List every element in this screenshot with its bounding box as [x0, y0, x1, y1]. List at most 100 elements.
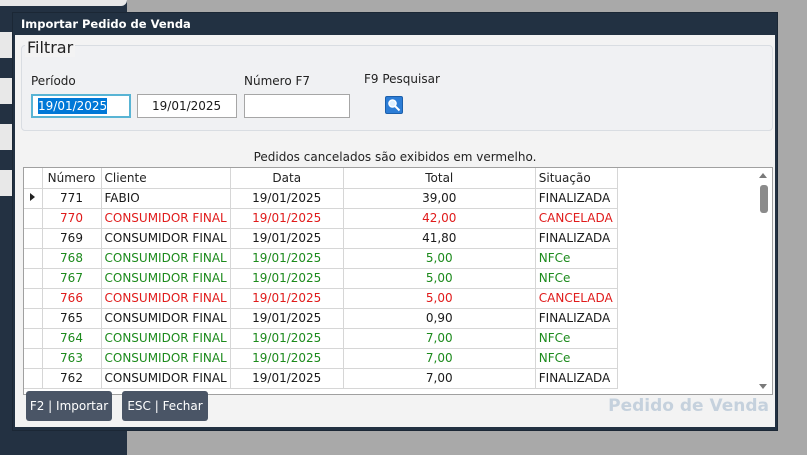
- row-indicator: [24, 268, 43, 289]
- grid-scrollbar[interactable]: [755, 168, 772, 394]
- cell-cliente: CONSUMIDOR FINAL: [101, 208, 231, 229]
- cell-situacao: CANCELADA: [535, 288, 618, 309]
- cell-data: 19/01/2025: [230, 328, 344, 349]
- watermark-label: Pedido de Venda: [608, 396, 769, 416]
- cell-cliente: CONSUMIDOR FINAL: [101, 348, 231, 369]
- column-header-situacao[interactable]: Situação: [535, 168, 618, 189]
- cell-numero: 767: [42, 268, 102, 289]
- column-header-total[interactable]: Total: [343, 168, 536, 189]
- background-strip: [0, 170, 12, 196]
- cell-cliente: CONSUMIDOR FINAL: [101, 308, 231, 329]
- table-row[interactable]: 768 CONSUMIDOR FINAL 19/01/2025 5,00 NFCe: [24, 248, 618, 269]
- scroll-down-icon[interactable]: [759, 384, 767, 389]
- table-row[interactable]: 765 CONSUMIDOR FINAL 19/01/2025 0,90 FINALIZ…: [24, 308, 618, 329]
- cell-data: 19/01/2025: [230, 308, 344, 329]
- row-indicator: [24, 328, 43, 349]
- cell-cliente: CONSUMIDOR FINAL: [101, 268, 231, 289]
- cell-total: 39,00: [343, 188, 536, 209]
- column-header-data[interactable]: Data: [230, 168, 344, 189]
- cell-situacao: NFCe: [535, 248, 618, 269]
- cell-situacao: CANCELADA: [535, 208, 618, 229]
- cell-cliente: CONSUMIDOR FINAL: [101, 248, 231, 269]
- cancel-note: Pedidos cancelados são exibidos em verme…: [253, 150, 537, 164]
- search-button[interactable]: [385, 96, 403, 114]
- table-row[interactable]: 767 CONSUMIDOR FINAL 19/01/2025 5,00 NFCe: [24, 268, 618, 289]
- cell-situacao: FINALIZADA: [535, 188, 618, 209]
- column-header-numero[interactable]: Número: [42, 168, 102, 189]
- date-from-input[interactable]: 19/01/2025: [31, 94, 131, 118]
- cell-cliente: FABIO: [101, 188, 231, 209]
- table-row[interactable]: 770 CONSUMIDOR FINAL 19/01/2025 42,00 CANCEL…: [24, 208, 618, 229]
- background-strip: [0, 124, 12, 150]
- cell-numero: 769: [42, 228, 102, 249]
- scroll-thumb[interactable]: [760, 185, 768, 213]
- column-header-cliente[interactable]: Cliente: [101, 168, 231, 189]
- cell-total: 7,00: [343, 368, 536, 389]
- numero-input[interactable]: [244, 94, 350, 118]
- import-button[interactable]: F2 | Importar: [26, 391, 112, 421]
- cell-data: 19/01/2025: [230, 248, 344, 269]
- cell-total: 5,00: [343, 268, 536, 289]
- row-indicator: [24, 188, 43, 209]
- row-indicator: [24, 248, 43, 269]
- orders-table: Número Cliente Data Total Situação 771 FA…: [24, 168, 618, 389]
- filter-legend: Filtrar: [25, 38, 76, 57]
- cell-total: 42,00: [343, 208, 536, 229]
- table-row[interactable]: 762 CONSUMIDOR FINAL 19/01/2025 7,00 FINALIZ…: [24, 368, 618, 389]
- orders-grid: Número Cliente Data Total Situação 771 FA…: [23, 167, 773, 395]
- date-to-input[interactable]: 19/01/2025: [137, 94, 237, 118]
- table-row[interactable]: 769 CONSUMIDOR FINAL 19/01/2025 41,80 FINALI…: [24, 228, 618, 249]
- dialog-client-area: Filtrar Período 19/01/2025 19/01/2025 Nú…: [15, 35, 775, 427]
- numero-label: Número F7: [244, 74, 311, 88]
- cell-situacao: NFCe: [535, 268, 618, 289]
- table-row[interactable]: 764 CONSUMIDOR FINAL 19/01/2025 7,00 NFCe: [24, 328, 618, 349]
- cell-total: 7,00: [343, 348, 536, 369]
- cell-cliente: CONSUMIDOR FINAL: [101, 368, 231, 389]
- cell-cliente: CONSUMIDOR FINAL: [101, 288, 231, 309]
- cell-total: 41,80: [343, 228, 536, 249]
- table-row[interactable]: 763 CONSUMIDOR FINAL 19/01/2025 7,00 NFCe: [24, 348, 618, 369]
- periodo-label: Período: [31, 74, 76, 88]
- row-indicator: [24, 208, 43, 229]
- cell-data: 19/01/2025: [230, 288, 344, 309]
- close-button[interactable]: ESC | Fechar: [122, 391, 208, 421]
- table-row[interactable]: 771 FABIO 19/01/2025 39,00 FINALIZADA: [24, 188, 618, 209]
- cell-numero: 766: [42, 288, 102, 309]
- row-indicator: [24, 368, 43, 389]
- cell-situacao: FINALIZADA: [535, 228, 618, 249]
- filter-group: [21, 45, 773, 131]
- row-indicator: [24, 288, 43, 309]
- cell-situacao: NFCe: [535, 328, 618, 349]
- cell-numero: 765: [42, 308, 102, 329]
- cell-numero: 770: [42, 208, 102, 229]
- cell-total: 5,00: [343, 288, 536, 309]
- cell-total: 5,00: [343, 248, 536, 269]
- indicator-header: [24, 168, 43, 189]
- cell-situacao: NFCe: [535, 348, 618, 369]
- row-indicator: [24, 348, 43, 369]
- scroll-up-icon[interactable]: [759, 173, 767, 178]
- cell-data: 19/01/2025: [230, 228, 344, 249]
- row-indicator: [24, 228, 43, 249]
- dialog-title: Importar Pedido de Venda: [21, 17, 191, 31]
- current-row-icon: [30, 193, 36, 201]
- background-strip: [0, 78, 12, 104]
- import-dialog: Importar Pedido de Venda Filtrar Período…: [12, 12, 778, 431]
- cell-data: 19/01/2025: [230, 348, 344, 369]
- row-indicator: [24, 308, 43, 329]
- cell-numero: 771: [42, 188, 102, 209]
- cell-situacao: FINALIZADA: [535, 368, 618, 389]
- cell-total: 0,90: [343, 308, 536, 329]
- cell-data: 19/01/2025: [230, 368, 344, 389]
- cell-data: 19/01/2025: [230, 208, 344, 229]
- background-strip: [0, 32, 12, 58]
- magnifier-icon: [388, 99, 401, 112]
- cell-total: 7,00: [343, 328, 536, 349]
- cell-numero: 764: [42, 328, 102, 349]
- header-row: Número Cliente Data Total Situação: [24, 168, 618, 189]
- cell-cliente: CONSUMIDOR FINAL: [101, 328, 231, 349]
- search-label: F9 Pesquisar: [364, 72, 440, 86]
- background-tab: [0, 0, 127, 6]
- cell-numero: 762: [42, 368, 102, 389]
- table-row[interactable]: 766 CONSUMIDOR FINAL 19/01/2025 5,00 CANCELA…: [24, 288, 618, 309]
